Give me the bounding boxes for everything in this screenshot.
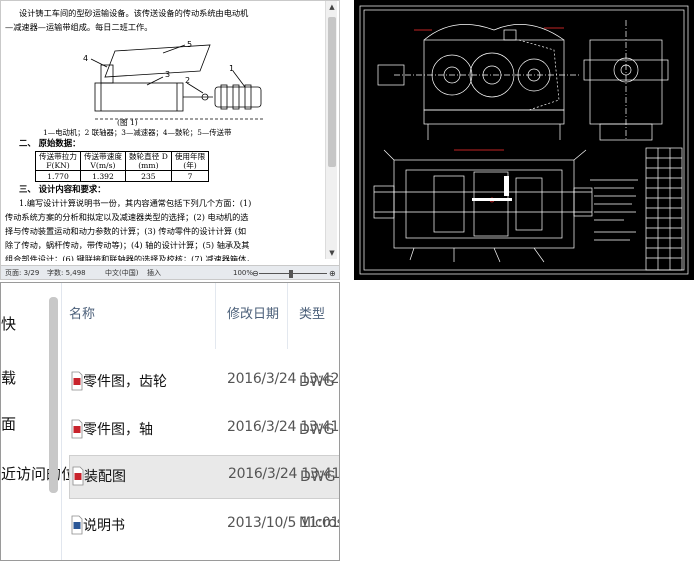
table-header-cell: 传送带拉力 F(KN) (35, 151, 81, 171)
scrollbar-thumb[interactable] (328, 17, 336, 167)
file-row[interactable]: 说明书2013/10/5 11:01Microsoft (69, 505, 339, 549)
file-row[interactable]: 零件图，齿轮2016/3/24 13:42DWG 文件 (69, 361, 339, 405)
table-cell: 235 (124, 170, 172, 182)
insert-mode-indicator[interactable]: 插入 (147, 266, 161, 279)
table-row: 1.770 1.392 235 7 (35, 170, 210, 182)
gearbox-assembly-drawing (359, 5, 689, 275)
dwg-file-icon (72, 466, 84, 486)
section-heading-requirements: 三、 设计内容和要求： (19, 184, 106, 194)
transmission-schematic-figure: 5 4 3 2 1 (83, 40, 265, 120)
table-header-cell: 传送带速度 V(m/s) (79, 151, 126, 171)
nav-item-quick-access[interactable]: 快 (1, 313, 16, 334)
page-count[interactable]: 页面: 3/29 (5, 266, 39, 279)
word-count[interactable]: 字数: 5,498 (47, 266, 86, 279)
document-line: —减速器—运输带组成。每日二班工作。 (5, 22, 153, 32)
table-cell: 7 (170, 170, 210, 182)
zoom-out-icon[interactable]: ⊖ (252, 266, 259, 279)
file-name: 零件图，齿轮 (83, 374, 167, 390)
table-cell: 1.770 (35, 170, 81, 182)
document-vertical-scrollbar[interactable]: ▲ ▼ (325, 1, 337, 259)
dwg-file-icon (71, 419, 83, 439)
file-type: Microsoft (299, 515, 339, 531)
dwg-file-icon (71, 371, 83, 391)
figure-label: 3 (165, 70, 170, 79)
section-heading-data: 二、 原始数据： (19, 138, 81, 148)
file-row[interactable]: 零件图，轴2016/3/24 13:41DWG 文件 (69, 409, 339, 453)
nav-item-desktop[interactable]: 面 (1, 413, 16, 434)
zoom-level[interactable]: 100% (233, 266, 253, 279)
navigation-scrollbar[interactable] (49, 297, 58, 493)
table-cell: 1.392 (79, 170, 126, 182)
document-line: 设计铸工车间的型砂运输设备。该传送设备的传动系统由电动机 (19, 8, 249, 18)
scroll-down-icon[interactable]: ▼ (326, 247, 338, 259)
language-indicator[interactable]: 中文(中国) (105, 266, 138, 279)
zoom-slider-handle[interactable] (289, 270, 293, 278)
file-name: 零件图，轴 (83, 422, 153, 438)
file-explorer-window: 快 载 面 近访问的位置 名称 修改日期 类型 零件图，齿轮 2016/3/24 … (0, 282, 340, 561)
figure-label: 1 (229, 64, 234, 73)
parameters-table: 传送带拉力 F(KN) 传送带速度 V(m/s) 鼓轮直径 D (mm) 使用年限 (年… (35, 151, 210, 182)
table-header-row: 传送带拉力 F(KN) 传送带速度 V(m/s) 鼓轮直径 D (mm) 使用年限 (年… (35, 151, 210, 171)
document-window: 设计铸工车间的型砂运输设备。该传送设备的传动系统由电动机 —减速器—运输带组成。… (0, 0, 340, 280)
pane-divider[interactable] (61, 283, 62, 560)
figure-label: 4 (83, 54, 88, 63)
zoom-slider[interactable] (259, 273, 327, 274)
file-name: 说明书 (83, 518, 125, 534)
scrollbar-thumb[interactable] (49, 297, 58, 493)
file-type: DWG 文件 (299, 374, 339, 390)
document-page: 设计铸工车间的型砂运输设备。该传送设备的传动系统由电动机 —减速器—运输带组成。… (5, 3, 325, 261)
file-type: DWG 文件 (300, 469, 339, 485)
figure-label: 5 (187, 40, 192, 49)
document-line: 传动系统方案的分析和拟定以及减速器类型的选择；(2) 电动机的选 (5, 212, 249, 222)
column-header-type[interactable]: 类型 (299, 303, 325, 322)
figure-label: 2 (185, 76, 190, 85)
scroll-up-icon[interactable]: ▲ (326, 1, 338, 13)
document-status-bar: 页面: 3/29 字数: 5,498 中文(中国) 插入 100% ⊖ ⊕ (1, 265, 339, 279)
file-type: DWG 文件 (299, 422, 339, 438)
table-header-cell: 鼓轮直径 D (mm) (124, 151, 172, 171)
file-row[interactable]: 装配图2016/3/24 13:41DWG 文件 (69, 455, 339, 499)
table-header-cell: 使用年限 (年) (170, 151, 210, 171)
document-line: 除了传动，蜗杆传动，带传动等)；(4) 轴的设计计算；(5) 轴承及其 (5, 240, 250, 250)
file-name: 装配图 (84, 469, 126, 485)
document-line: 1.编写设计计算说明书一份，其内容通常包括下列几个方面：(1) (19, 198, 252, 208)
column-separator[interactable] (287, 283, 288, 349)
navigation-pane: 快 载 面 近访问的位置 (1, 283, 91, 560)
zoom-in-icon[interactable]: ⊕ (329, 266, 336, 279)
column-header-name[interactable]: 名称 (69, 303, 95, 322)
nav-item-downloads[interactable]: 载 (1, 367, 16, 388)
cad-drawing-window (354, 0, 694, 280)
document-line: 择与传动装置运动和动力参数的计算；(3) 传动零件的设计计算 (如 (5, 226, 247, 236)
column-separator[interactable] (215, 283, 216, 349)
word-file-icon (71, 515, 83, 535)
document-line: 组合部件设计；(6) 键联接和联轴器的选择及校核；(7) 减速器箱体， (5, 254, 255, 261)
column-header-date[interactable]: 修改日期 (227, 303, 279, 322)
